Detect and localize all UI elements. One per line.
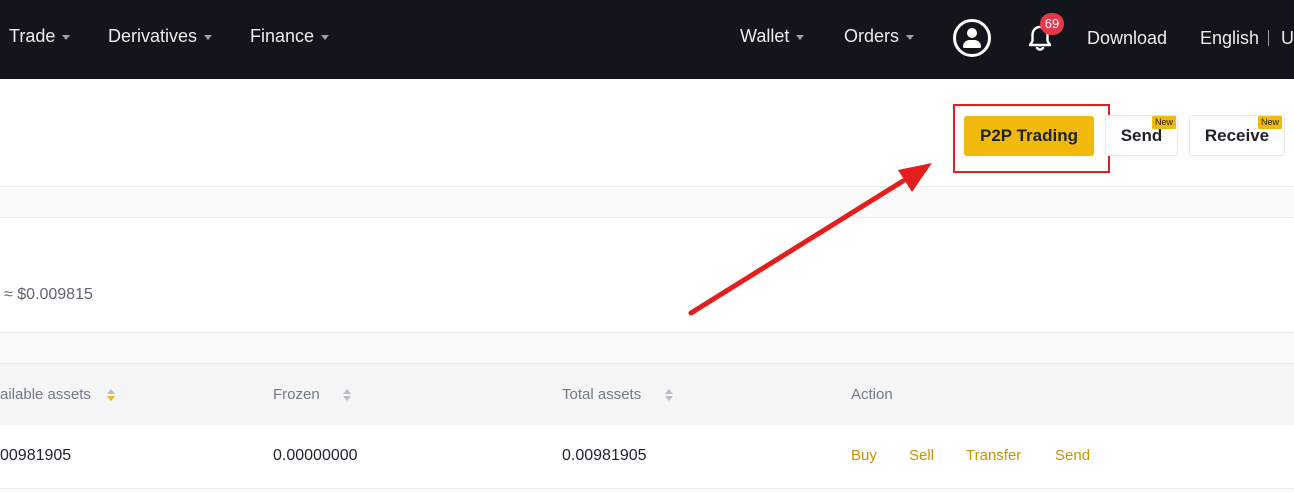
user-circle-icon[interactable] [953, 19, 991, 57]
nav-wallet-label: Wallet [740, 26, 790, 46]
receive-new-tag: New [1258, 116, 1283, 129]
column-available[interactable]: ailable assets [0, 386, 115, 403]
column-frozen-label: Frozen [273, 386, 320, 403]
top-navbar: Trade Derivatives Finance Wallet Orders … [0, 0, 1294, 79]
nav-download[interactable]: Download [1087, 28, 1167, 49]
column-total[interactable]: Total assets [562, 386, 674, 403]
nav-currency[interactable]: U [1281, 28, 1294, 49]
nav-derivatives[interactable]: Derivatives [108, 26, 213, 47]
cell-total: 0.00981905 [562, 447, 647, 464]
cell-available: 00981905 [0, 447, 72, 464]
caret-down-icon [204, 35, 213, 40]
column-frozen[interactable]: Frozen [273, 386, 351, 403]
caret-down-icon [796, 35, 805, 40]
column-action-label: Action [851, 386, 893, 403]
nav-finance-label: Finance [250, 26, 315, 46]
page: Trade Derivatives Finance Wallet Orders … [0, 0, 1294, 492]
nav-trade-label: Trade [9, 26, 56, 46]
caret-down-icon [906, 35, 915, 40]
column-available-label: ailable assets [0, 386, 91, 403]
caret-down-icon [62, 35, 71, 40]
nav-derivatives-label: Derivatives [108, 26, 198, 46]
annotation-highlight-box [953, 104, 1110, 173]
nav-download-label: Download [1087, 28, 1168, 48]
column-total-label: Total assets [562, 386, 642, 403]
sort-icon[interactable] [665, 388, 674, 401]
column-action: Action [851, 386, 893, 403]
nav-wallet[interactable]: Wallet [740, 26, 805, 47]
nav-divider [1268, 30, 1269, 46]
nav-orders-label: Orders [844, 26, 900, 46]
cell-frozen: 0.00000000 [273, 447, 358, 464]
action-send-link[interactable]: Send [1055, 447, 1090, 464]
sort-icon[interactable] [106, 388, 115, 401]
nav-finance[interactable]: Finance [250, 26, 330, 47]
nav-trade[interactable]: Trade [9, 26, 71, 47]
caret-down-icon [321, 35, 330, 40]
sort-icon[interactable] [342, 388, 351, 401]
action-transfer-link[interactable]: Transfer [966, 447, 1021, 464]
nav-orders[interactable]: Orders [844, 26, 915, 47]
action-buy-link[interactable]: Buy [851, 447, 877, 464]
send-new-tag: New [1152, 116, 1177, 129]
nav-language[interactable]: English [1200, 28, 1259, 49]
action-sell-link[interactable]: Sell [909, 447, 934, 464]
balance-usd-value: ≈ $0.009815 [4, 286, 93, 303]
nav-language-label: English [1200, 28, 1260, 48]
table-row [0, 425, 1294, 489]
nav-currency-label: U [1281, 28, 1294, 48]
balance-panel [0, 217, 1294, 333]
notification-badge: 69 [1040, 13, 1064, 35]
